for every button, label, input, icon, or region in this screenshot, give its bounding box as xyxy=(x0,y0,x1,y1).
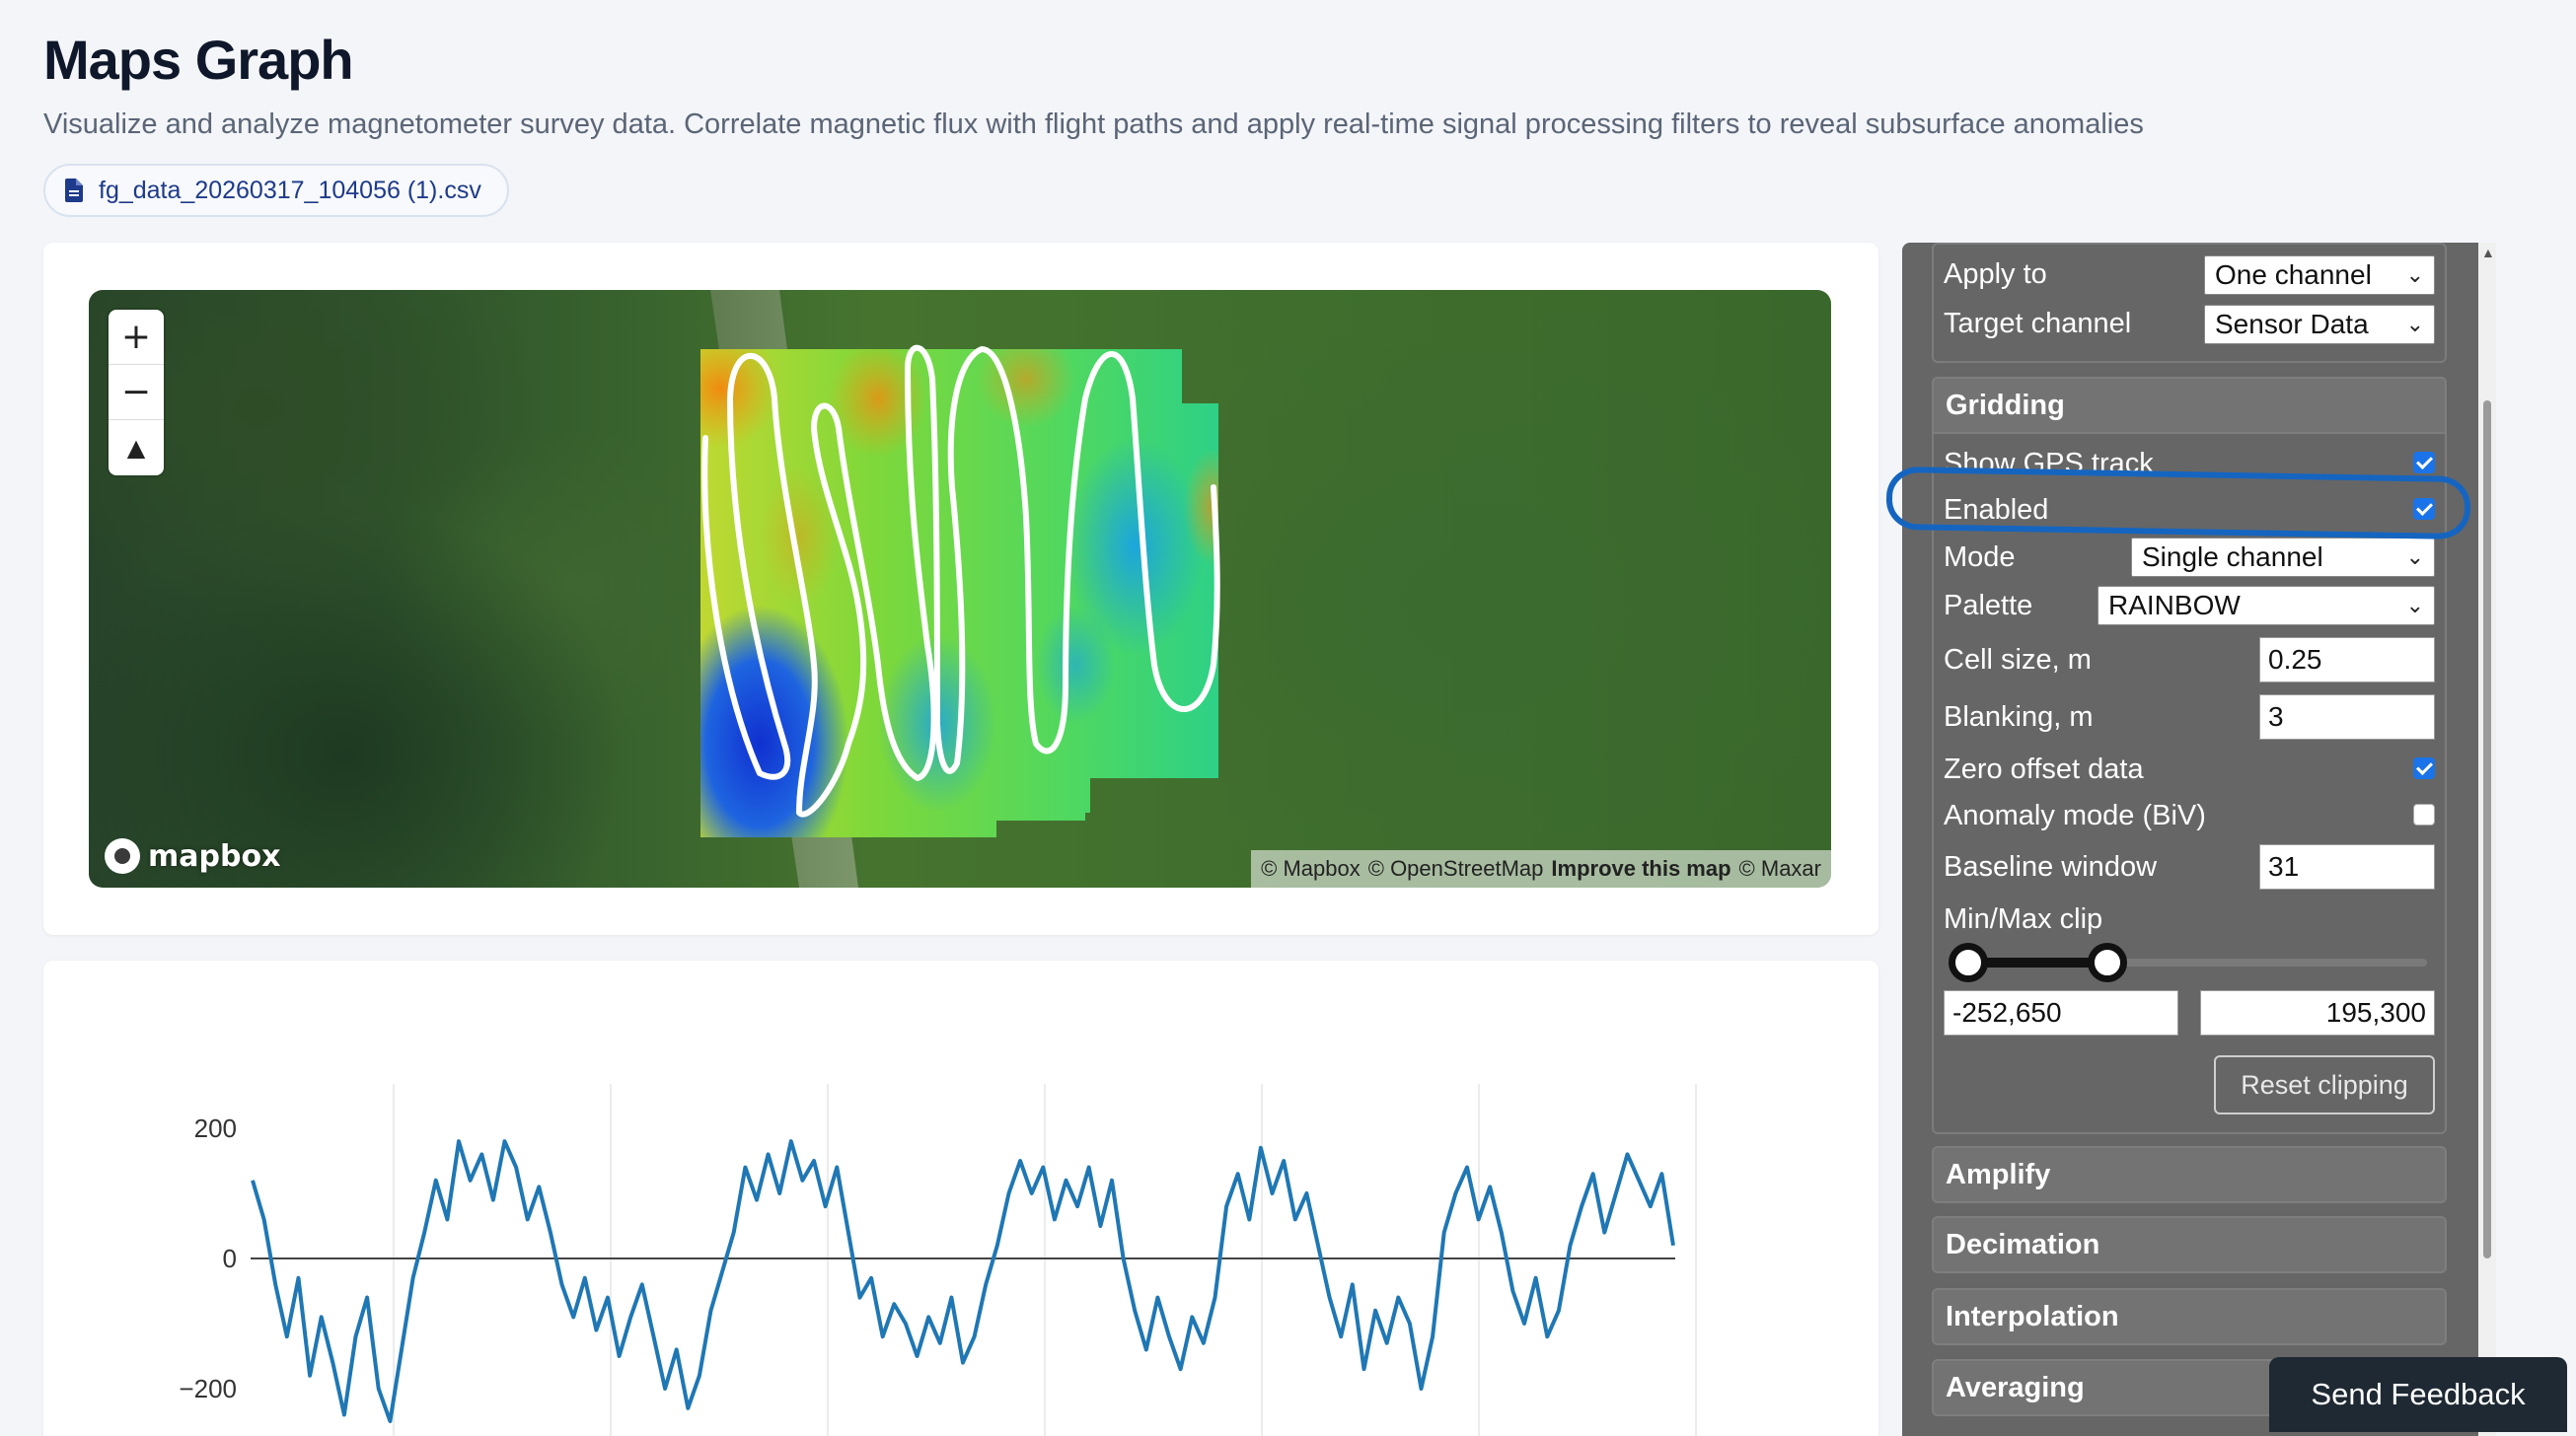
improve-map-link[interactable]: Improve this map xyxy=(1551,856,1730,882)
panel-scrollbar[interactable]: ▲ xyxy=(2478,243,2496,1436)
target-channel-select[interactable]: Sensor Data ⌄ xyxy=(2204,305,2435,344)
apply-to-value: One channel xyxy=(2215,259,2372,290)
palette-select[interactable]: RAINBOW ⌄ xyxy=(2098,586,2435,625)
attribution-mapbox-link[interactable]: © Mapbox xyxy=(1261,856,1361,882)
show-gps-track-label: Show GPS track xyxy=(1944,448,2154,479)
reset-clipping-button[interactable]: Reset clipping xyxy=(2214,1055,2435,1114)
map-overlay xyxy=(700,290,1220,888)
mode-value: Single channel xyxy=(2142,541,2323,572)
map-view[interactable]: + − ▲ mapbox © Mapbox © OpenStreetMap Im… xyxy=(89,290,1831,888)
map-controls: + − ▲ xyxy=(109,310,164,475)
show-gps-track-checkbox[interactable] xyxy=(2413,452,2435,473)
mapbox-logo-icon xyxy=(105,838,140,874)
clip-min-input[interactable]: -252,650 xyxy=(1944,990,2178,1036)
amplify-header[interactable]: Amplify xyxy=(1932,1146,2447,1203)
apply-to-label: Apply to xyxy=(1944,258,2047,290)
enabled-checkbox[interactable] xyxy=(2413,498,2435,520)
zero-offset-label: Zero offset data xyxy=(1944,754,2144,785)
gridding-header[interactable]: Gridding xyxy=(1932,377,2447,434)
palette-label: Palette xyxy=(1944,590,2033,621)
zero-offset-checkbox[interactable] xyxy=(2413,757,2435,779)
zoom-out-button[interactable]: − xyxy=(109,365,164,420)
mode-label: Mode xyxy=(1944,541,2016,573)
baseline-window-input[interactable]: 31 xyxy=(2259,844,2435,890)
chart-card: 200 0 −200 xyxy=(43,961,1878,1436)
cell-size-input[interactable]: 0.25 xyxy=(2259,637,2435,682)
attribution-maxar-link[interactable]: © Maxar xyxy=(1739,856,1821,882)
clip-min-handle[interactable] xyxy=(1949,943,1988,982)
interpolation-header[interactable]: Interpolation xyxy=(1932,1288,2447,1345)
map-card: + − ▲ mapbox © Mapbox © OpenStreetMap Im… xyxy=(43,243,1878,935)
compass-button[interactable]: ▲ xyxy=(109,420,164,475)
palette-value: RAINBOW xyxy=(2108,590,2241,620)
chevron-down-icon: ⌄ xyxy=(2405,262,2424,288)
page-title: Maps Graph xyxy=(43,29,354,91)
file-icon xyxy=(65,179,83,202)
anomaly-mode-checkbox[interactable] xyxy=(2413,804,2435,826)
signal-chart[interactable]: 200 0 −200 xyxy=(43,961,1878,1436)
mode-select[interactable]: Single channel ⌄ xyxy=(2131,538,2435,577)
target-channel-value: Sensor Data xyxy=(2215,309,2369,339)
blanking-input[interactable]: 3 xyxy=(2259,694,2435,740)
y-tick-label: 200 xyxy=(194,1113,237,1143)
clip-max-input[interactable]: 195,300 xyxy=(2200,990,2435,1036)
page-subtitle: Visualize and analyze magnetometer surve… xyxy=(43,108,2144,140)
attribution-osm-link[interactable]: © OpenStreetMap xyxy=(1368,856,1544,882)
series-line xyxy=(251,1139,1675,1423)
chart-gridlines xyxy=(393,1084,1697,1436)
map-attribution: © Mapbox © OpenStreetMap Improve this ma… xyxy=(1251,850,1831,888)
send-feedback-button[interactable]: Send Feedback xyxy=(2269,1357,2567,1432)
min-max-clip-label: Min/Max clip xyxy=(1944,903,2103,935)
baseline-window-label: Baseline window xyxy=(1944,851,2158,883)
cell-size-label: Cell size, m xyxy=(1944,644,2092,676)
scrollbar-thumb[interactable] xyxy=(2483,400,2491,1258)
chevron-down-icon: ⌄ xyxy=(2405,312,2424,337)
apply-to-select[interactable]: One channel ⌄ xyxy=(2204,255,2435,295)
clip-slider-range xyxy=(1967,958,2107,968)
clip-max-handle[interactable] xyxy=(2088,943,2127,982)
y-tick-label: 0 xyxy=(223,1244,237,1273)
y-tick-label: −200 xyxy=(179,1374,237,1403)
enabled-label: Enabled xyxy=(1944,494,2049,526)
anomaly-mode-label: Anomaly mode (BiV) xyxy=(1944,800,2206,831)
blanking-label: Blanking, m xyxy=(1944,701,2094,733)
scroll-up-icon[interactable]: ▲ xyxy=(2481,245,2495,260)
chevron-down-icon: ⌄ xyxy=(2405,593,2424,618)
mapbox-logo[interactable]: mapbox xyxy=(105,838,280,874)
mapbox-logo-text: mapbox xyxy=(148,838,281,874)
file-name: fg_data_20260317_104056 (1).csv xyxy=(99,176,481,204)
y-axis-ticks: 200 0 −200 xyxy=(179,1113,237,1403)
decimation-header[interactable]: Decimation xyxy=(1932,1216,2447,1273)
chevron-down-icon: ⌄ xyxy=(2405,544,2424,570)
file-chip[interactable]: fg_data_20260317_104056 (1).csv xyxy=(43,164,509,217)
target-channel-label: Target channel xyxy=(1944,308,2132,339)
zoom-in-button[interactable]: + xyxy=(109,310,164,365)
